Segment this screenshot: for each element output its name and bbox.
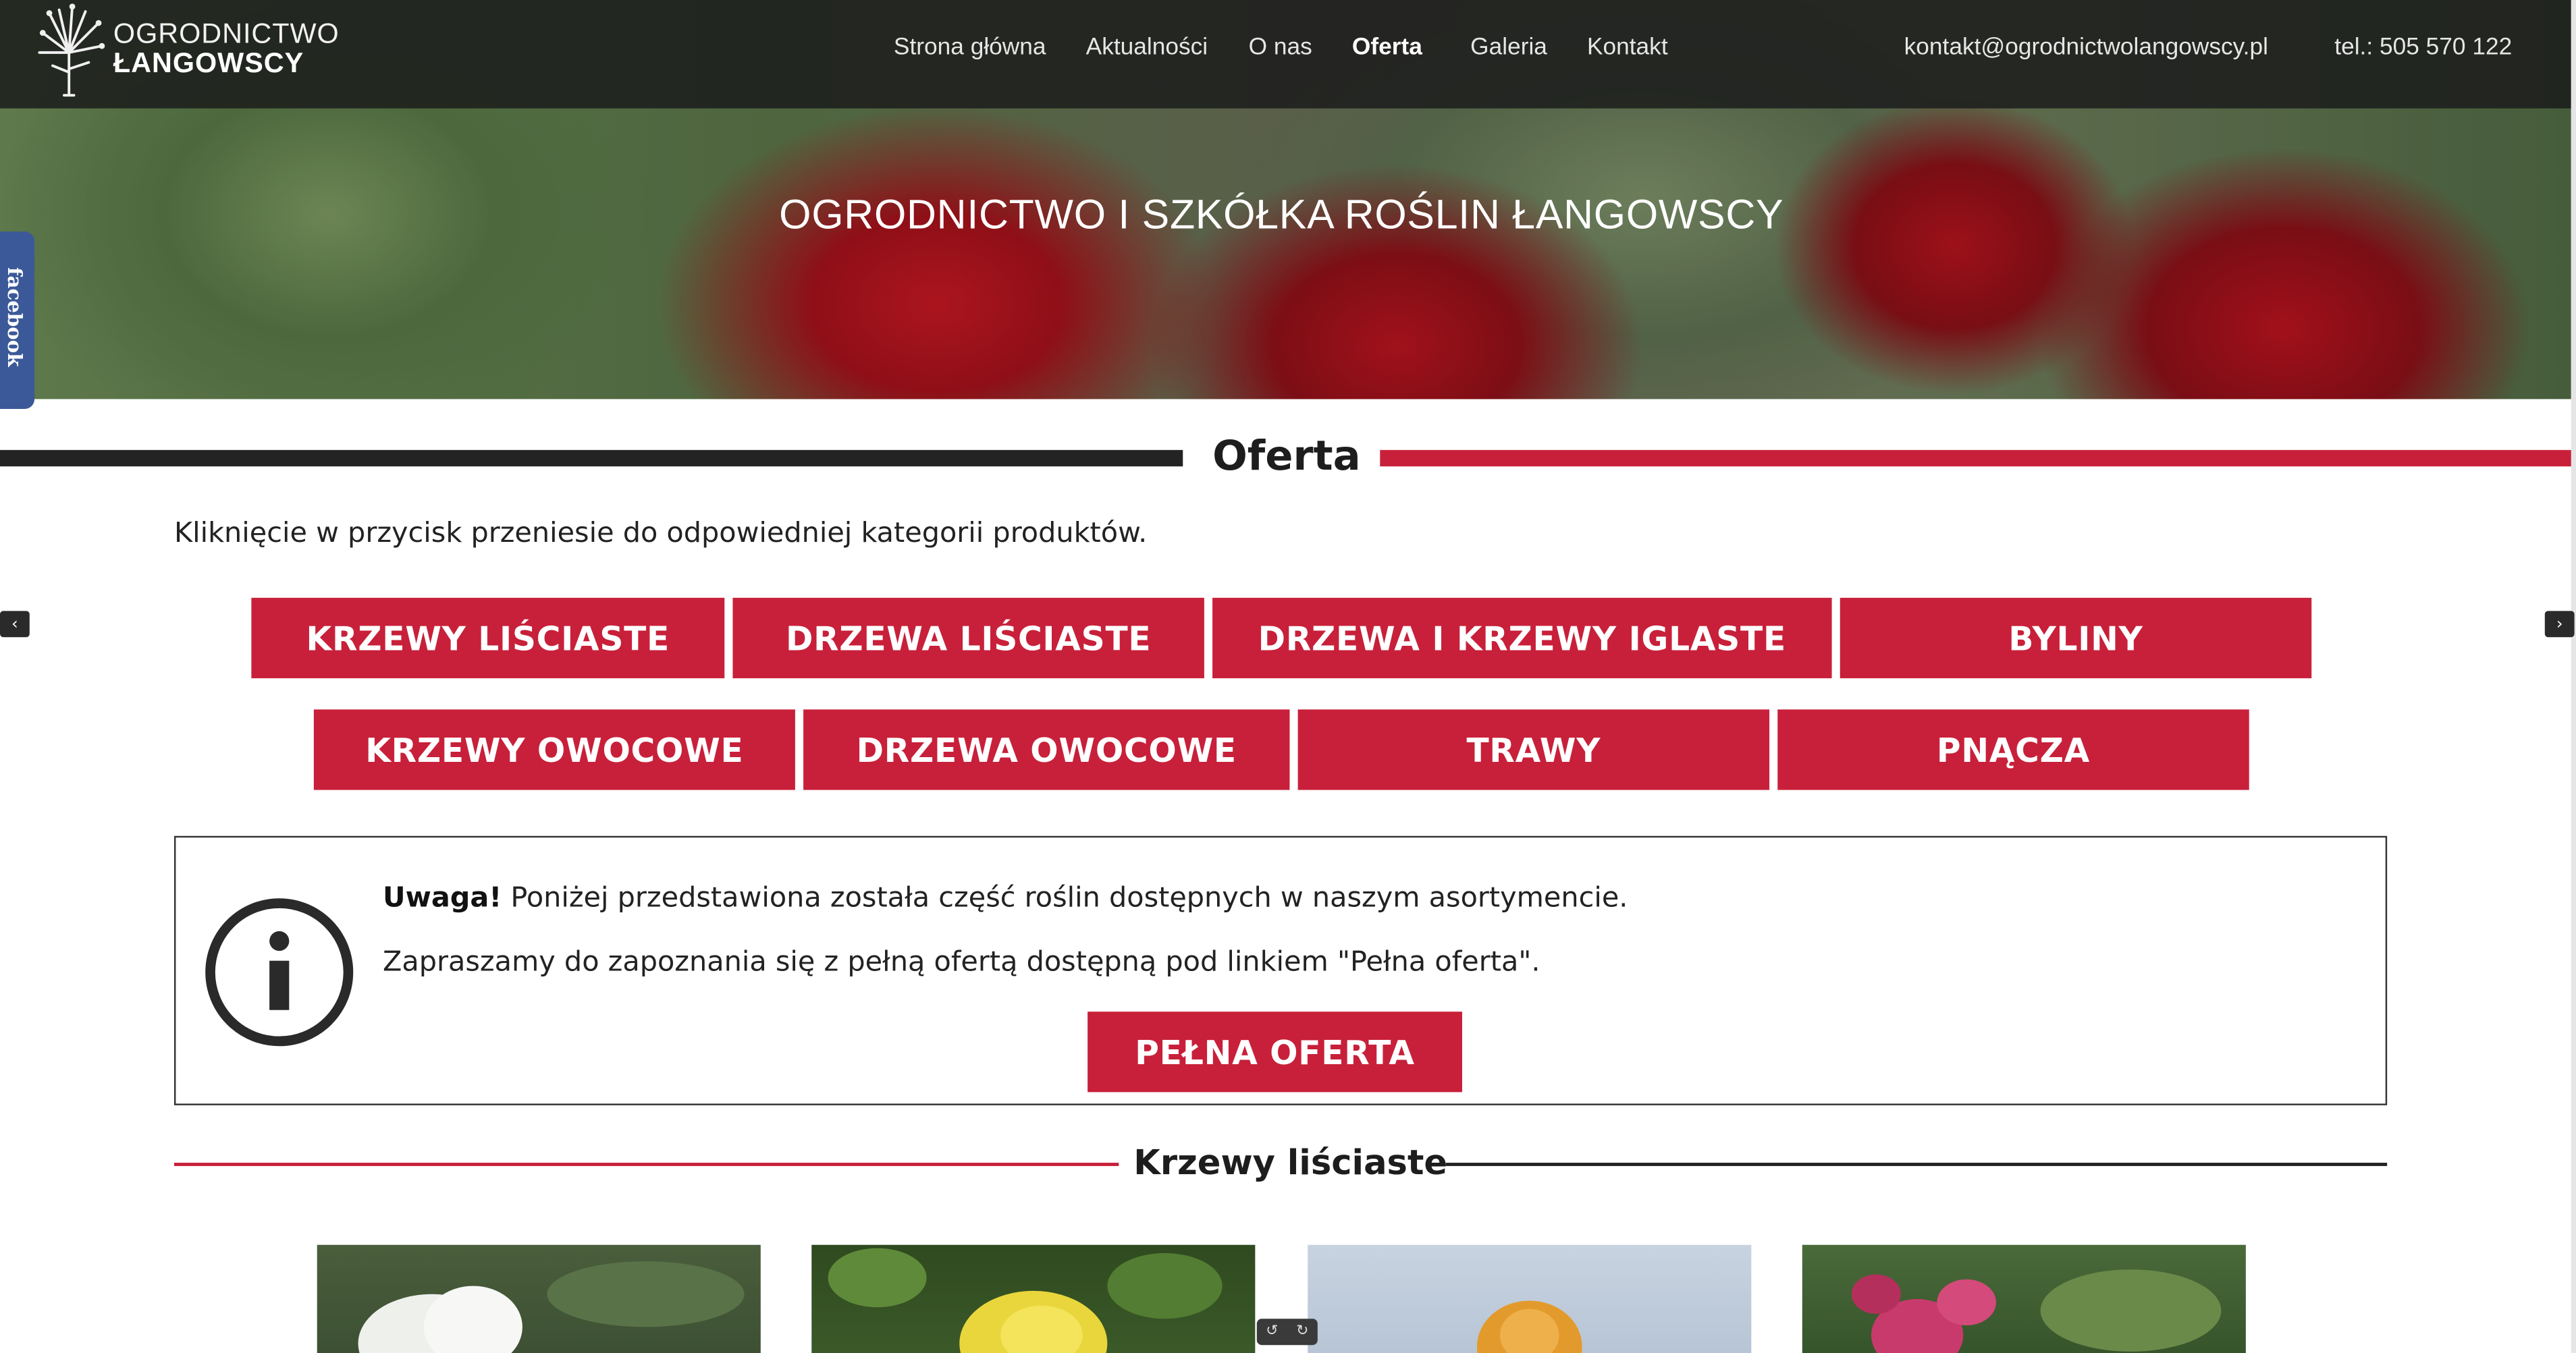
category-button-drzewa-owocowe[interactable]: DRZEWA OWOCOWE	[803, 709, 1290, 790]
rotate-right-icon[interactable]: ↻	[1296, 1324, 1308, 1340]
nav-link-offer[interactable]: Oferta	[1352, 34, 1422, 61]
slider-prev-button[interactable]: ‹	[0, 611, 30, 638]
rotate-left-icon[interactable]: ↺	[1266, 1324, 1278, 1340]
white-rose-photo	[358, 1261, 745, 1353]
nav-link-gallery[interactable]: Galeria	[1470, 34, 1547, 61]
chevron-left-icon: ‹	[11, 615, 18, 634]
orange-rose-photo	[1476, 1300, 1582, 1353]
logo-text-line1: OGRODNICTWO	[113, 18, 340, 50]
site-logo[interactable]: OGRODNICTWO ŁANGOWSCY	[36, 3, 365, 99]
top-navigation-bar: OGRODNICTWO ŁANGOWSCY Strona główna Aktu…	[0, 0, 2571, 109]
category-button-pnacza[interactable]: PNĄCZA	[1777, 709, 2249, 790]
category-button-byliny[interactable]: BYLINY	[1840, 597, 2312, 679]
scrollbar-track[interactable]	[2571, 0, 2576, 1353]
heading-divider-left	[0, 449, 1183, 467]
logo-plant-icon	[38, 3, 105, 97]
nav-link-news[interactable]: Aktualności	[1086, 34, 1208, 61]
notice-bold-label: Uwaga!	[383, 881, 502, 915]
hero-title: OGRODNICTWO I SZKÓŁKA ROŚLIN ŁANGOWSCY	[779, 192, 1784, 238]
category-button-trawy[interactable]: TRAWY	[1297, 709, 1770, 790]
section2-divider-left	[173, 1163, 1119, 1166]
full-offer-button[interactable]: PEŁNA OFERTA	[1088, 1012, 1462, 1093]
section-title-offer: Oferta	[1212, 432, 1361, 480]
offer-intro-text: Kliknięcie w przycisk przeniesie do odpo…	[173, 517, 1148, 551]
heading-divider-right	[1380, 449, 2571, 467]
contact-email-link[interactable]: kontakt@ogrodnictwolangowscy.pl	[1904, 34, 2268, 61]
notice-line1-text: Poniżej przedstawiona została część rośl…	[502, 881, 1628, 915]
product-image-yellow-rose[interactable]	[811, 1244, 1256, 1353]
nav-link-contact[interactable]: Kontakt	[1587, 34, 1668, 61]
notice-box: Uwaga! Poniżej przedstawiona została czę…	[173, 835, 2388, 1105]
category-button-krzewy-owocowe[interactable]: KRZEWY OWOCOWE	[313, 709, 795, 790]
chevron-right-icon: ›	[2556, 615, 2563, 634]
slider-next-button[interactable]: ›	[2544, 611, 2575, 638]
facebook-tab[interactable]: facebook	[0, 231, 35, 409]
info-icon	[205, 898, 354, 1047]
product-image-orange-rose[interactable]	[1308, 1244, 1752, 1353]
yellow-rose-photo	[828, 1248, 1223, 1353]
product-image-pink-rose[interactable]	[1802, 1244, 2246, 1353]
nav-link-about[interactable]: O nas	[1249, 34, 1312, 61]
logo-text-line2: ŁANGOWSCY	[113, 47, 304, 79]
notice-line2: Zapraszamy do zapoznania się z pełną ofe…	[383, 945, 1540, 979]
section2-divider-right	[1445, 1163, 2388, 1166]
category-button-drzewa-lisciaste[interactable]: DRZEWA LIŚCIASTE	[732, 597, 1204, 679]
category-button-drzewa-krzewy-iglaste[interactable]: DRZEWA I KRZEWY IGLASTE	[1212, 597, 1832, 679]
notice-line1: Uwaga! Poniżej przedstawiona została czę…	[383, 882, 1628, 915]
slider-controls[interactable]: ↺ ↻	[1256, 1319, 1318, 1346]
pink-rose-photo	[1851, 1269, 2222, 1353]
facebook-tab-label: facebook	[3, 267, 26, 367]
category-button-krzewy-lisciaste[interactable]: KRZEWY LIŚCIASTE	[251, 597, 725, 679]
contact-phone-link[interactable]: tel.: 505 570 122	[2334, 34, 2512, 61]
product-image-white-rose[interactable]	[317, 1244, 761, 1353]
nav-link-home[interactable]: Strona główna	[894, 34, 1046, 61]
section-title-krzewy-lisciaste: Krzewy liściaste	[1133, 1142, 1448, 1183]
